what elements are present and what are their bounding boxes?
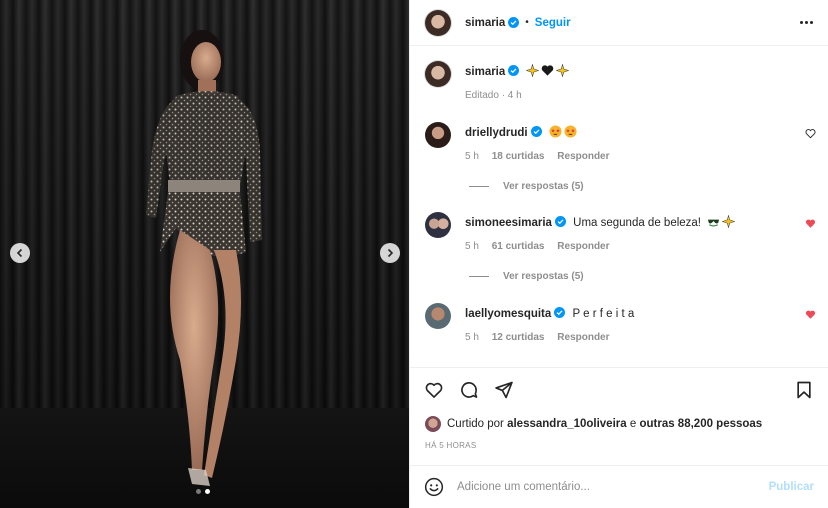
author-avatar[interactable] <box>425 9 451 36</box>
bookmark-icon <box>797 381 811 399</box>
sparkles-icon <box>526 64 540 77</box>
comment-time: 5 h <box>465 241 479 252</box>
verified-badge-icon <box>508 65 520 76</box>
view-replies-button[interactable]: Ver respostas (5) <box>469 271 584 282</box>
view-replies-button[interactable]: Ver respostas (5) <box>469 181 584 192</box>
comment-likes[interactable]: 18 curtidas <box>492 151 545 162</box>
replies-line <box>469 276 489 277</box>
emoji-picker-icon[interactable] <box>424 477 444 497</box>
verified-badge-icon <box>554 216 566 227</box>
view-replies-label: Ver respostas (5) <box>503 181 584 192</box>
verified-badge-icon <box>508 17 520 28</box>
photo-figure <box>146 30 262 486</box>
comment-item: laellyomesquita P e r f e i t a 5 h 12 c… <box>425 303 816 343</box>
likes-others-link[interactable]: outras 88,200 pessoas <box>639 418 762 430</box>
publish-button[interactable]: Publicar <box>769 481 814 493</box>
comment-like-icon[interactable] <box>805 128 816 139</box>
caption-edited-time: Editado · 4 h <box>465 90 522 101</box>
post-header: simaria • Seguir <box>410 0 828 46</box>
verified-badge-icon <box>530 126 542 137</box>
sparkles-icon <box>556 64 570 77</box>
liker-username[interactable]: alessandra_10oliveira <box>507 418 627 430</box>
reply-button[interactable]: Responder <box>557 241 609 252</box>
action-bar <box>410 368 828 412</box>
commenter-avatar[interactable] <box>425 303 451 329</box>
commenter-avatar[interactable] <box>425 122 451 148</box>
sunglasses-icon <box>708 219 720 227</box>
post-side-panel: simaria • Seguir simaria Editado · 4 h d… <box>409 0 828 508</box>
sparkles-icon <box>722 215 736 228</box>
comment-time: 5 h <box>465 332 479 343</box>
comment-item: simoneesimaria Uma segunda de beleza! 5 … <box>425 212 816 252</box>
post-actions-section: Curtido por alessandra_10oliveira e outr… <box>410 367 828 450</box>
share-button[interactable] <box>493 379 515 401</box>
carousel-dot <box>196 489 201 494</box>
commenter-avatar[interactable] <box>425 212 451 238</box>
chevron-left-icon <box>16 248 23 258</box>
author-username[interactable]: simaria <box>465 17 505 29</box>
black-heart-icon <box>542 65 554 76</box>
carousel-indicator <box>196 489 210 494</box>
comment-username[interactable]: simoneesimaria <box>465 217 552 229</box>
comment-composer: Publicar <box>410 465 828 508</box>
likes-summary: Curtido por alessandra_10oliveira e outr… <box>425 416 762 432</box>
carousel-dot-active <box>205 489 210 494</box>
comment-item: driellydrudi 5 h 18 curtidas Responder <box>425 122 816 162</box>
caption: simaria Editado · 4 h <box>425 61 816 101</box>
star-struck-icon <box>564 125 577 138</box>
comment-username[interactable]: driellydrudi <box>465 127 528 139</box>
comment-text: P e r f e i t a <box>572 308 635 320</box>
heart-icon <box>425 382 443 398</box>
comment-likes[interactable]: 61 curtidas <box>492 241 545 252</box>
comment-liked-heart-icon[interactable] <box>805 218 816 229</box>
comment-bubble-icon <box>461 382 478 398</box>
replies-line <box>469 186 489 187</box>
caption-avatar[interactable] <box>425 61 451 87</box>
comment-username[interactable]: laellyomesquita <box>465 308 551 320</box>
comment-text: Uma segunda de beleza! <box>573 217 702 229</box>
likes-prefix: Curtido por <box>447 418 504 430</box>
star-struck-icon <box>549 125 562 138</box>
post-photo <box>0 0 409 508</box>
verified-badge-icon <box>554 307 566 318</box>
like-button[interactable] <box>423 379 445 401</box>
likes-middle: e <box>629 418 637 430</box>
reply-button[interactable]: Responder <box>557 332 609 343</box>
comment-input[interactable] <box>457 481 769 493</box>
save-button[interactable] <box>793 379 815 401</box>
comments-list: simaria Editado · 4 h driellydrudi 5 h 1… <box>410 47 828 367</box>
comment-button[interactable] <box>458 379 480 401</box>
caption-username[interactable]: simaria <box>465 66 505 78</box>
liker-avatar[interactable] <box>425 416 441 432</box>
chevron-right-icon <box>387 248 394 258</box>
view-replies-label: Ver respostas (5) <box>503 271 584 282</box>
comment-likes[interactable]: 12 curtidas <box>492 332 545 343</box>
more-options-icon[interactable] <box>798 15 814 31</box>
post-time-ago: HÁ 5 HORAS <box>425 441 477 450</box>
follow-button[interactable]: Seguir <box>535 17 571 29</box>
paper-plane-icon <box>495 381 513 399</box>
comment-liked-heart-icon[interactable] <box>805 309 816 320</box>
comment-time: 5 h <box>465 151 479 162</box>
header-separator: • <box>525 17 529 28</box>
reply-button[interactable]: Responder <box>557 151 609 162</box>
carousel-prev-button[interactable] <box>10 243 30 263</box>
carousel-next-button[interactable] <box>380 243 400 263</box>
